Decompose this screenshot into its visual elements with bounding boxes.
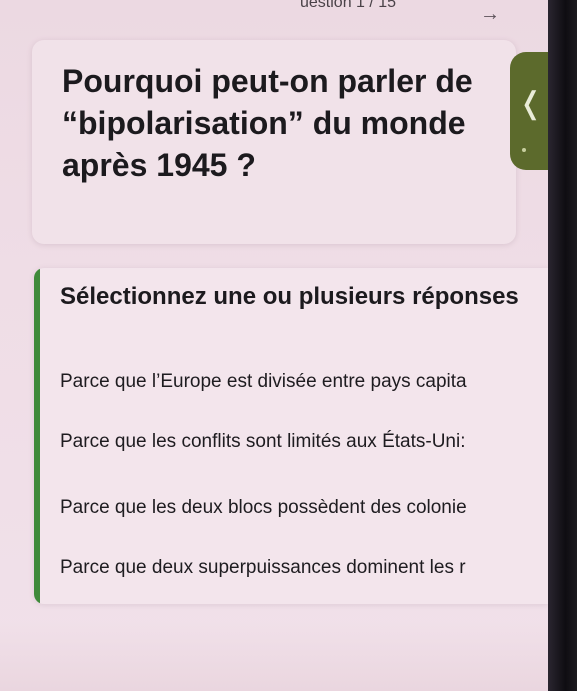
chevron-left-icon: ❬ <box>518 87 544 120</box>
question-counter: uestion 1 / 15 <box>300 0 397 11</box>
answer-option-2[interactable]: Parce que les conflits sont limités aux … <box>60 422 548 462</box>
device-bezel <box>548 0 577 691</box>
question-card: Pourquoi peut-on parler de “bipolarisati… <box>32 40 516 244</box>
question-title: Pourquoi peut-on parler de “bipolarisati… <box>62 63 473 183</box>
bottom-background <box>0 620 548 691</box>
answers-instruction: Sélectionnez une ou plusieurs réponses <box>60 283 519 310</box>
tab-indicator-dot <box>522 148 526 152</box>
answers-card: Sélectionnez une ou plusieurs réponses P… <box>34 268 548 604</box>
top-bar: uestion 1 / 15 → <box>0 0 548 40</box>
arrow-right-icon[interactable]: → <box>480 3 500 26</box>
answer-option-3[interactable]: Parce que les deux blocs possèdent des c… <box>60 488 548 528</box>
answer-option-4[interactable]: Parce que deux superpuissances dominent … <box>60 548 548 588</box>
answer-option-1[interactable]: Parce que l’Europe est divisée entre pay… <box>60 362 548 402</box>
side-panel-tab[interactable]: ❬ <box>510 52 548 170</box>
app-screen: uestion 1 / 15 → Pourquoi peut-on parler… <box>0 0 548 691</box>
selection-accent-bar <box>34 268 40 604</box>
